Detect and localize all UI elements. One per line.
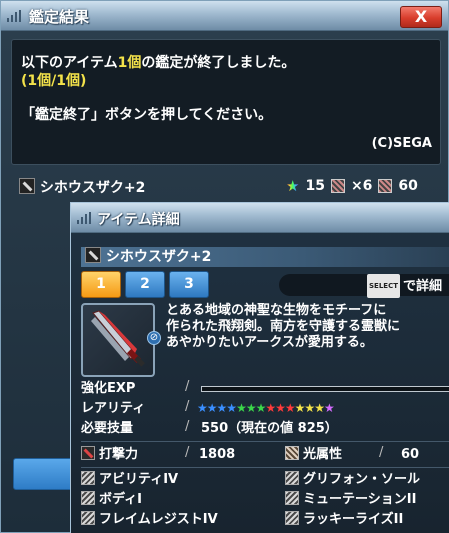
- rarity-star-icon: ★: [265, 401, 276, 415]
- separator-slash: /: [185, 419, 190, 434]
- ability-name: グリフォン・ソール: [303, 472, 421, 487]
- ability-icon: [81, 511, 95, 525]
- skill-label: 必要技量: [81, 421, 134, 436]
- message-line-3: 「鑑定終了」ボタンを押してください。: [21, 107, 273, 123]
- ability-slot-3[interactable]: ボディI: [81, 490, 142, 510]
- rarity-value: 15: [305, 178, 325, 194]
- copyright-credit: (C)SEGA: [371, 136, 432, 151]
- attack-icon: [81, 446, 95, 460]
- tab-3[interactable]: 3: [169, 271, 209, 298]
- detail-item-name: シホウスザク+2: [105, 249, 212, 265]
- grip-icon: [77, 212, 95, 224]
- rarity-star-icon: ★: [286, 177, 300, 195]
- description-line: とある地域の神聖な生物をモチーフに: [166, 303, 387, 318]
- attack-label: 打撃力: [81, 445, 138, 465]
- divider: [81, 441, 449, 442]
- rarity-star-icon: ★: [275, 401, 286, 415]
- rarity-label: レアリティ: [81, 401, 146, 416]
- sword-icon: [19, 178, 35, 194]
- lock-icon[interactable]: ⊘: [147, 331, 161, 345]
- rarity-stars: ★★★★★★★★★★★★★★: [197, 401, 335, 415]
- ability-slot-5[interactable]: フレイムレジストIV: [81, 510, 218, 530]
- item-detail-window: アイテム詳細 シホウスザク+2 1 2 3 SELECT で詳細 ⊘ とある地域の…: [70, 202, 449, 533]
- result-item-name[interactable]: シホウスザク+2: [19, 177, 145, 197]
- weapon-image: [81, 303, 155, 377]
- element-label: 光属性: [285, 445, 342, 465]
- ability-name: ボディI: [99, 492, 142, 507]
- detail-item-namebar: シホウスザク+2: [81, 247, 449, 267]
- ability-icon: [81, 471, 95, 485]
- slots-value: ×6: [350, 178, 373, 194]
- description-line: あやかりたいアークスが愛用する。: [166, 335, 373, 350]
- light-element-icon: [285, 446, 299, 460]
- rarity-star-icon: ★: [206, 401, 218, 415]
- ability-slot-4[interactable]: ミューテーションII: [285, 490, 416, 510]
- ability-name: ラッキーライズII: [303, 512, 404, 527]
- rarity-star-icon: ★: [216, 401, 228, 415]
- rarity-star-icon: ★: [255, 401, 267, 415]
- attack-value: 1808: [199, 447, 236, 462]
- rarity-star-icon: ★: [226, 401, 237, 415]
- message-text: 以下のアイテム: [21, 55, 118, 71]
- detail-window-titlebar[interactable]: アイテム詳細: [71, 203, 449, 233]
- separator-slash: /: [379, 445, 384, 460]
- tab-1[interactable]: 1: [81, 271, 121, 298]
- separator-slash: /: [185, 445, 190, 460]
- slot-icon: [330, 179, 345, 193]
- rarity-star-icon: ★: [284, 401, 296, 415]
- rarity-star-icon: ★: [304, 401, 315, 415]
- finish-appraisal-button[interactable]: [13, 458, 73, 490]
- exp-label: 強化EXP: [81, 381, 136, 396]
- message-box: 以下のアイテム1個の鑑定が終了しました。 (1個/1個) 「鑑定終了」ボタンを押…: [11, 39, 441, 165]
- rarity-star-icon: ★: [294, 401, 306, 415]
- ability-icon: [285, 511, 299, 525]
- message-count: 1個: [117, 55, 142, 71]
- detail-hint-text: で詳細: [402, 279, 442, 294]
- ability-slot-1[interactable]: アビリティIV: [81, 470, 178, 490]
- attack-label-text: 打撃力: [99, 447, 139, 462]
- ability-icon: [285, 471, 299, 485]
- ability-slot-6[interactable]: ラッキーライズII: [285, 510, 403, 530]
- ability-icon: [81, 491, 95, 505]
- result-window-titlebar[interactable]: 鑑定結果 X: [1, 1, 448, 31]
- detail-window-title: アイテム詳細: [97, 212, 180, 228]
- detail-hint[interactable]: SELECT で詳細: [279, 274, 449, 298]
- item-description: とある地域の神聖な生物をモチーフに 作られた飛翔剣。南方を守護する霊獣に あやか…: [166, 303, 449, 351]
- rarity-star-icon: ★: [323, 401, 335, 415]
- element-label-text: 光属性: [303, 447, 343, 462]
- ability-slot-2[interactable]: グリフォン・ソール: [285, 470, 420, 490]
- twin-blade-icon: [91, 310, 145, 367]
- detail-tabs: 1 2 3: [81, 271, 209, 298]
- divider: [81, 467, 449, 468]
- element-icon: [378, 179, 393, 193]
- separator-slash: /: [185, 399, 190, 414]
- result-item-stats: ★ 15 ×6 60: [286, 177, 418, 195]
- rarity-star-icon: ★: [236, 401, 247, 415]
- ability-name: ミューテーションII: [303, 492, 417, 507]
- result-window-title: 鑑定結果: [29, 8, 90, 26]
- ability-name: フレイムレジストIV: [99, 512, 218, 527]
- item-name-text: シホウスザク+2: [39, 180, 146, 196]
- sword-icon: [85, 247, 101, 263]
- separator-slash: /: [185, 379, 190, 394]
- description-line: 作られた飛翔剣。南方を守護する霊獣に: [166, 319, 401, 334]
- message-line-2: (1個/1個): [21, 73, 87, 89]
- exp-progress-bar: [201, 386, 449, 392]
- ability-icon: [285, 491, 299, 505]
- close-button[interactable]: X: [400, 6, 442, 28]
- rarity-star-icon: ★: [197, 401, 208, 415]
- grip-icon: [7, 10, 25, 22]
- ability-name: アビリティIV: [99, 472, 179, 487]
- message-line-1: 以下のアイテム1個の鑑定が終了しました。: [21, 52, 295, 72]
- skill-value: 550（現在の値 825）: [201, 421, 338, 436]
- rarity-star-icon: ★: [245, 401, 257, 415]
- element-value: 60: [398, 178, 418, 194]
- tab-2[interactable]: 2: [125, 271, 165, 298]
- select-key-icon: SELECT: [367, 274, 400, 298]
- message-text: の鑑定が終了しました。: [141, 55, 296, 71]
- rarity-star-icon: ★: [314, 401, 325, 415]
- element-value: 60: [401, 447, 420, 462]
